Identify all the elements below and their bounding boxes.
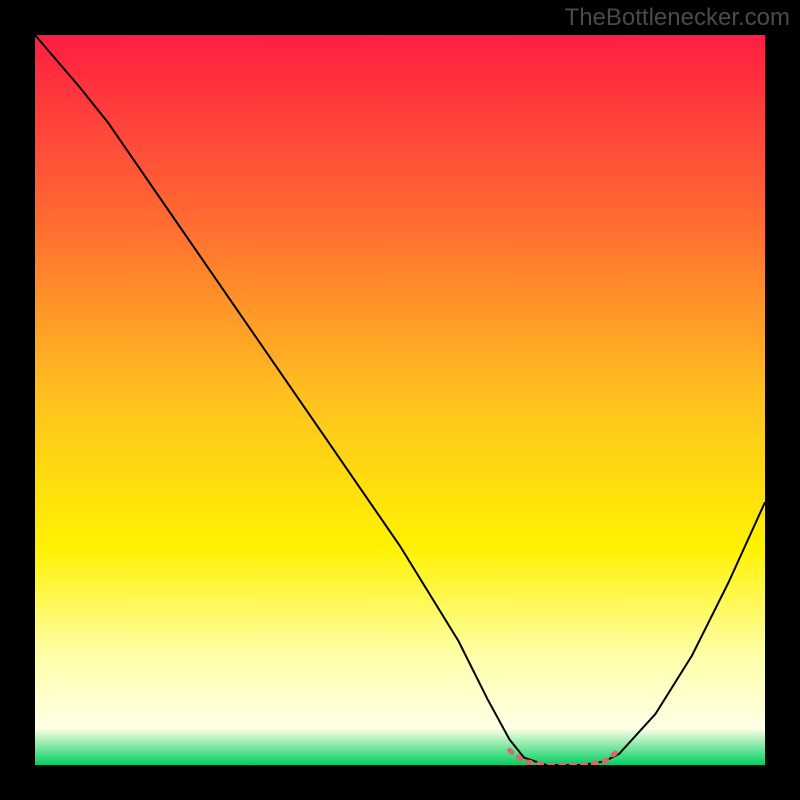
watermark-text: TheBottlenecker.com <box>565 4 790 32</box>
chart-plot-area <box>35 35 765 765</box>
chart-svg <box>35 35 765 765</box>
chart-background <box>35 35 765 765</box>
